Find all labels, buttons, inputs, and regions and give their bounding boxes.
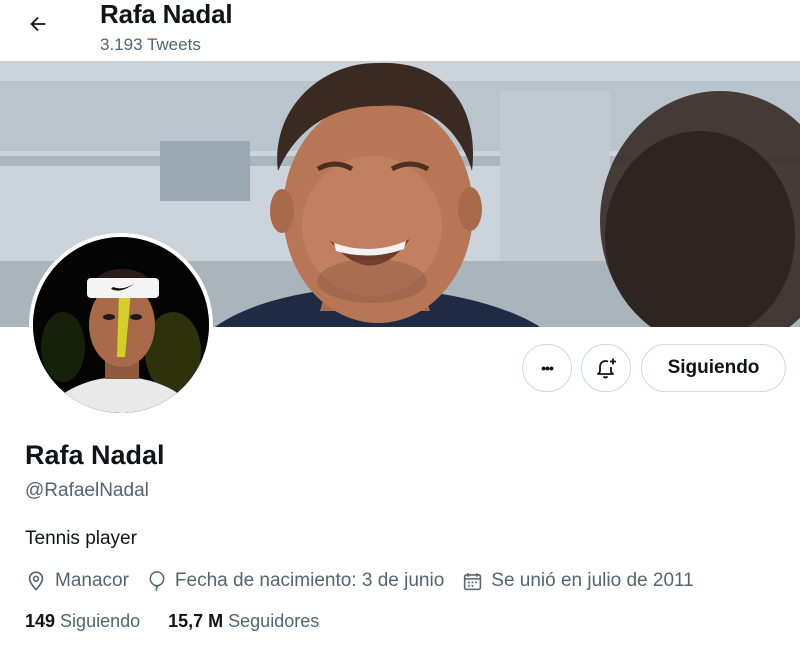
profile-handle: @RafaelNadal bbox=[25, 480, 149, 501]
avatar[interactable] bbox=[29, 233, 213, 417]
location-text: Manacor bbox=[55, 570, 129, 591]
following-count: 149 bbox=[25, 611, 56, 631]
joined-item: Se unió en julio de 2011 bbox=[462, 570, 694, 592]
profile-meta: Manacor Fecha de nacimiento: 3 de junio … bbox=[25, 567, 712, 595]
back-button[interactable] bbox=[20, 6, 56, 42]
balloon-icon bbox=[149, 571, 165, 592]
profile-stats: 149 Siguiendo 15,7 M Seguidores bbox=[25, 611, 347, 632]
more-options-button[interactable]: ••• bbox=[522, 344, 572, 392]
location-icon bbox=[28, 571, 44, 591]
following-button[interactable]: Siguiendo bbox=[641, 344, 786, 392]
followers-link[interactable]: 15,7 M Seguidores bbox=[168, 611, 319, 632]
back-arrow-icon bbox=[30, 16, 46, 32]
profile-name: Rafa Nadal bbox=[25, 440, 165, 470]
tweet-count: 3.193 Tweets bbox=[100, 35, 201, 54]
calendar-icon bbox=[464, 572, 482, 590]
more-icon: ••• bbox=[541, 360, 554, 376]
followers-count: 15,7 M bbox=[168, 611, 224, 631]
following-link[interactable]: 149 Siguiendo bbox=[25, 611, 140, 632]
notifications-button[interactable] bbox=[581, 344, 631, 392]
followers-label: Seguidores bbox=[228, 611, 320, 631]
joined-text: Se unió en julio de 2011 bbox=[491, 570, 694, 591]
bell-plus-icon bbox=[597, 358, 616, 379]
following-label: Siguiendo bbox=[60, 611, 141, 631]
profile-header-bar: Rafa Nadal 3.193 Tweets bbox=[0, 0, 800, 61]
birthday-text: Fecha de nacimiento: 3 de junio bbox=[174, 570, 445, 591]
profile-bio: Tennis player bbox=[25, 528, 137, 549]
following-button-label: Siguiendo bbox=[667, 357, 760, 378]
header-title: Rafa Nadal bbox=[100, 0, 233, 29]
birthday-item: Fecha de nacimiento: 3 de junio bbox=[147, 570, 444, 592]
location-item: Manacor bbox=[25, 570, 129, 592]
